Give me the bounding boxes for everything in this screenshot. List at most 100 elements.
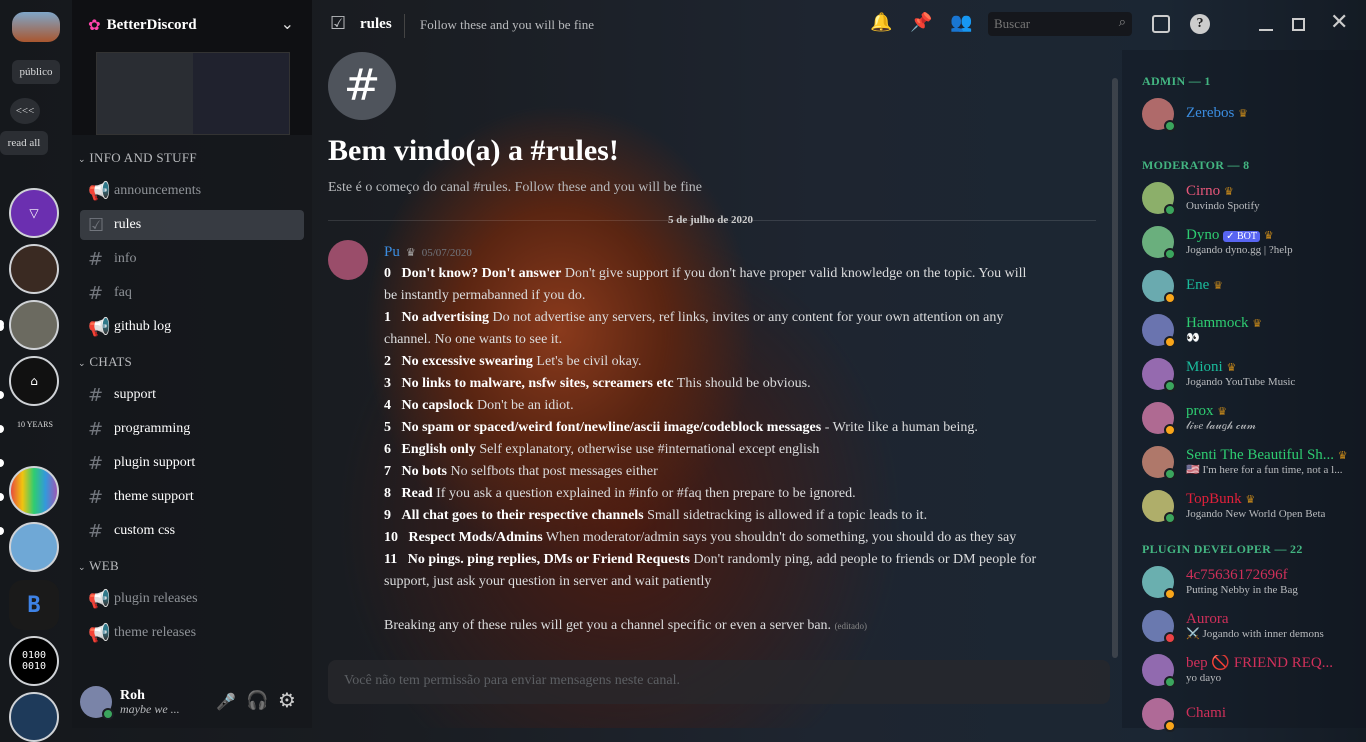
crown-icon: ♛ bbox=[1226, 361, 1237, 375]
category-header[interactable]: ⌄ WEB bbox=[78, 558, 119, 574]
search-input[interactable] bbox=[988, 12, 1098, 36]
channel-topic[interactable]: Follow these and you will be fine bbox=[420, 17, 594, 33]
channel-item[interactable]: # programming bbox=[80, 414, 304, 444]
server-icon-logo[interactable]: ⌂ bbox=[9, 356, 59, 406]
bot-badge: ✓ BOT bbox=[1223, 231, 1260, 243]
channel-item[interactable]: 📢 plugin releases bbox=[80, 584, 304, 614]
member-item[interactable]: Dyno ✓ BOT ♛ Jogando dyno.gg | ?help bbox=[1142, 222, 1362, 262]
channel-item[interactable]: # plugin support bbox=[80, 448, 304, 478]
server-icon-landscape[interactable] bbox=[9, 300, 59, 350]
crown-icon: ♛ bbox=[1213, 279, 1223, 293]
rule-line: 9 All chat goes to their respective chan… bbox=[384, 508, 928, 523]
member-item[interactable]: Ene ♛ bbox=[1142, 266, 1362, 306]
public-button[interactable]: público bbox=[12, 60, 60, 84]
megaphone-icon: 📢 bbox=[88, 622, 111, 644]
message-composer[interactable]: Você não tem permissão para enviar mensa… bbox=[328, 660, 1110, 704]
category-header[interactable]: ⌄ INFO AND STUFF bbox=[78, 150, 197, 166]
channel-item[interactable]: # info bbox=[80, 244, 304, 274]
megaphone-icon: 📢 bbox=[88, 316, 111, 338]
channel-item[interactable]: 📢 github log bbox=[80, 312, 304, 342]
minimize-button[interactable] bbox=[1259, 29, 1273, 31]
member-item[interactable]: 4c75636172696f Putting Nebby in the Bag bbox=[1142, 562, 1362, 602]
status-idle-icon bbox=[1164, 588, 1176, 600]
help-icon[interactable]: ? bbox=[1190, 14, 1210, 34]
crown-icon: ♛ bbox=[1217, 405, 1228, 419]
channel-item[interactable]: # theme support bbox=[80, 482, 304, 512]
crown-icon: ♛ bbox=[1238, 107, 1248, 121]
collapse-button[interactable]: <<< bbox=[10, 98, 40, 124]
microphone-icon[interactable]: 🎤 bbox=[216, 692, 236, 711]
maximize-button[interactable] bbox=[1292, 18, 1305, 31]
user-avatar[interactable] bbox=[80, 686, 114, 720]
channel-item[interactable]: 📢 announcements bbox=[80, 176, 304, 206]
close-button[interactable]: ✕ bbox=[1330, 10, 1348, 35]
search-box[interactable]: ⌕ bbox=[988, 12, 1132, 36]
home-avatar[interactable] bbox=[12, 12, 60, 42]
member-item[interactable]: prox ♛ 𝓁𝒾𝓋𝑒 𝓁𝒶𝓊𝑔𝒽 𝒸𝓊𝓂 bbox=[1142, 398, 1362, 438]
server-icon-violet[interactable]: ▽ bbox=[9, 188, 59, 238]
channel-item[interactable]: 📢 theme releases bbox=[80, 618, 304, 648]
author-name[interactable]: Pu bbox=[384, 244, 400, 261]
member-item[interactable]: Cirno ♛ Ouvindo Spotify bbox=[1142, 178, 1362, 218]
welcome-subtitle: Este é o começo do canal #rules. Follow … bbox=[328, 180, 703, 195]
member-item[interactable]: Mioni ♛ Jogando YouTube Music bbox=[1142, 354, 1362, 394]
channel-item[interactable]: # custom css bbox=[80, 516, 304, 546]
rule-line: 1 No advertising Do not advertise any se… bbox=[384, 310, 1004, 325]
rules-channel-icon: ☑ bbox=[330, 13, 347, 34]
inbox-icon[interactable] bbox=[1152, 15, 1170, 33]
author-avatar[interactable] bbox=[328, 240, 368, 280]
member-item[interactable]: TopBunk ♛ Jogando New World Open Beta bbox=[1142, 486, 1362, 526]
edited-label: (editado) bbox=[834, 621, 868, 631]
rule-line: 8 Read If you ask a question explained i… bbox=[384, 486, 856, 501]
chevron-down-icon[interactable]: ⌄ bbox=[281, 14, 294, 33]
member-item[interactable]: bep 🚫 FRIEND REQ... yo dayo bbox=[1142, 650, 1362, 690]
server-icon-blue[interactable] bbox=[9, 692, 59, 742]
gear-icon[interactable]: ⚙ bbox=[278, 688, 296, 712]
message-timestamp: 05/07/2020 bbox=[421, 247, 472, 259]
server-header[interactable]: ✿ BetterDiscord ⌄ bbox=[72, 0, 312, 135]
status-online-icon bbox=[102, 708, 114, 720]
member-item[interactable]: Hammock ♛ 👀 bbox=[1142, 310, 1362, 350]
server-icon-weather[interactable] bbox=[9, 522, 59, 572]
bell-icon[interactable]: 🔔 bbox=[870, 12, 892, 33]
status-online-icon bbox=[1164, 676, 1176, 688]
member-item[interactable]: Aurora ⚔️ Jogando with inner demons bbox=[1142, 606, 1362, 646]
rule-line: 10 Respect Mods/Admins When moderator/ad… bbox=[384, 530, 1017, 545]
server-icon-binary[interactable]: 0100 0010 bbox=[9, 636, 59, 686]
user-status: maybe we ... bbox=[120, 702, 180, 717]
member-avatar bbox=[1142, 98, 1176, 132]
member-avatar bbox=[1142, 402, 1176, 436]
member-item[interactable]: Senti The Beautiful Sh... ♛ 🇺🇸 I'm here … bbox=[1142, 442, 1362, 482]
members-icon[interactable]: 👥 bbox=[950, 12, 972, 33]
hash-icon: # bbox=[88, 248, 104, 270]
member-avatar bbox=[1142, 654, 1176, 688]
channel-item[interactable]: # faq bbox=[80, 278, 304, 308]
member-item[interactable]: Zerebos ♛ bbox=[1142, 94, 1362, 134]
channel-header: ☑ rules Follow these and you will be fin… bbox=[312, 0, 1366, 50]
headphones-icon[interactable]: 🎧 bbox=[246, 690, 268, 711]
server-icon-betterdiscord[interactable]: B bbox=[9, 580, 59, 630]
member-item[interactable]: Chami bbox=[1142, 694, 1362, 734]
hash-icon: # bbox=[88, 520, 104, 542]
member-avatar bbox=[1142, 566, 1176, 600]
server-icon-portrait[interactable] bbox=[9, 244, 59, 294]
status-mobile-icon bbox=[1164, 120, 1176, 132]
ten-years-badge[interactable]: 10 YEARS bbox=[12, 420, 58, 429]
chat-scrollbar[interactable] bbox=[1112, 78, 1118, 658]
member-avatar bbox=[1142, 446, 1176, 480]
status-idle-icon bbox=[1164, 720, 1176, 732]
channel-item[interactable]: ☑ rules bbox=[80, 210, 304, 240]
member-avatar bbox=[1142, 314, 1176, 348]
username: Roh bbox=[120, 687, 145, 703]
channel-sidebar: ✿ BetterDiscord ⌄ ⌄ INFO AND STUFF 📢 announ… bbox=[0, 0, 312, 728]
status-online-icon bbox=[1164, 204, 1176, 216]
read-all-button[interactable]: read all bbox=[0, 131, 48, 155]
server-icon-rainbow[interactable] bbox=[9, 466, 59, 516]
rule-line: 2 No excessive swearing Let's be civil o… bbox=[384, 354, 642, 369]
user-panel: Roh maybe we ... 🎤 🎧 ⚙ bbox=[72, 676, 312, 728]
megaphone-icon: 📢 bbox=[88, 588, 111, 610]
channel-item[interactable]: # support bbox=[80, 380, 304, 410]
rule-line: 0 Don't know? Don't answer Don't give su… bbox=[384, 266, 1027, 281]
category-header[interactable]: ⌄ CHATS bbox=[78, 354, 132, 370]
pin-icon[interactable]: 📌 bbox=[910, 12, 932, 33]
